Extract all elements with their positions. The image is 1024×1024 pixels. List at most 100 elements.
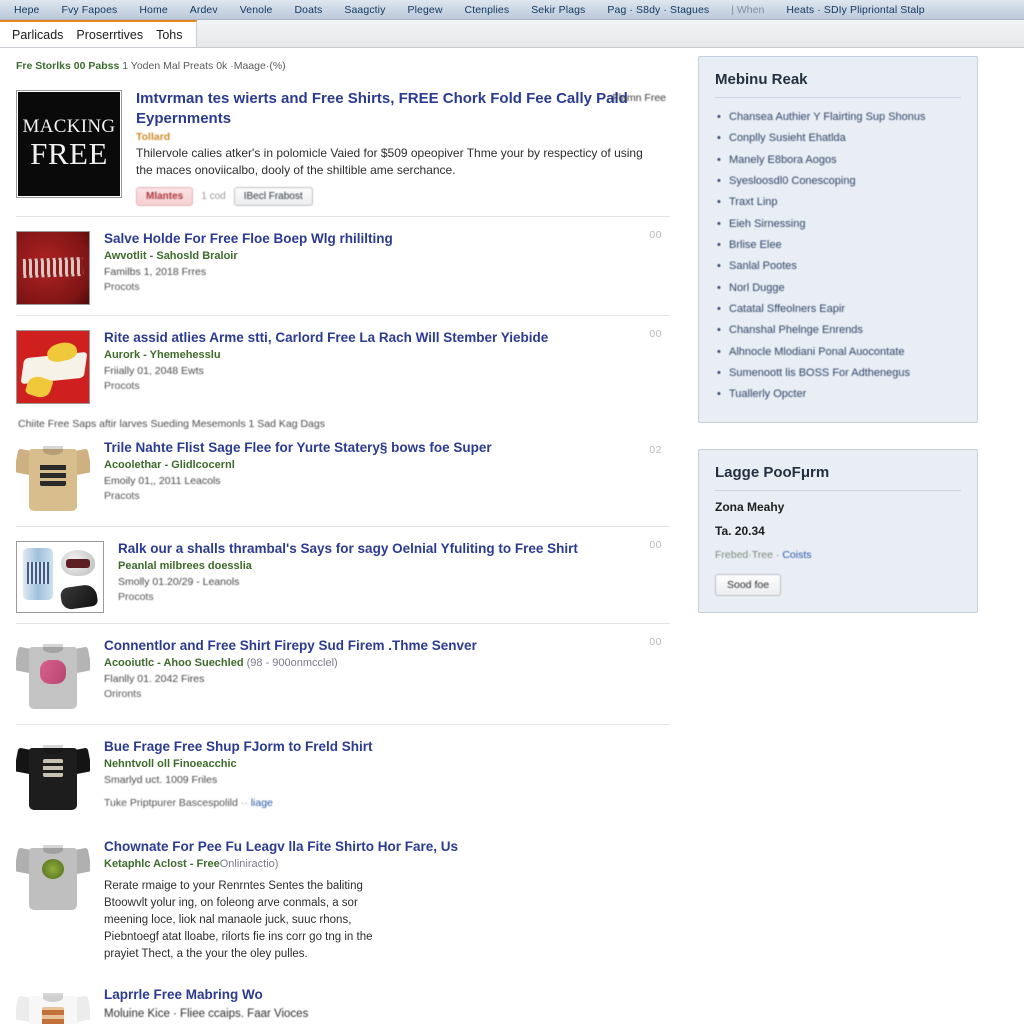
thumbnail-tan-tee-image[interactable] — [16, 440, 90, 517]
tee-graphic — [40, 462, 66, 487]
thumbnail-red-logo-image[interactable] — [16, 330, 90, 405]
listing-count-badge: 00 — [649, 539, 662, 552]
listing-group-label: Chiite Free Saps aftir larves Sueding Me… — [18, 418, 325, 431]
listing-subtitle[interactable]: Acooiutlc - Ahoo Suechled (98 - 900onmcc… — [104, 657, 670, 669]
thumbnail-wrapper[interactable]: MACKING FREE — [16, 88, 122, 206]
listing-subtitle-grey: Moluine Kice · Fliee ccaips. Faar Vioces — [104, 1007, 309, 1020]
thumbnail-wrapper[interactable] — [16, 438, 90, 517]
thumbnail-macking-free-image[interactable]: MACKING FREE — [16, 90, 122, 198]
listing-title-link[interactable]: Imtvrman tes wierts and Free Shirts, FRE… — [136, 89, 670, 128]
nav-link-12[interactable]: Heats · SDIy Plipriontal Stalp — [786, 4, 924, 16]
tab-parlicads[interactable]: Parlicads — [12, 28, 63, 42]
listing-subtitle[interactable]: Peanlal milbrees doesslia — [118, 560, 670, 572]
listing-title-link[interactable]: Connentlor and Free Shirt Firepy Sud Fir… — [104, 637, 670, 655]
listing-meta: Smarlyd uct. 1009 Friles — [104, 773, 218, 786]
listing-title-link[interactable]: Ralk our a shalls thrambal's Says for sa… — [118, 540, 670, 558]
sidebar-link-item[interactable]: Conplly Susieht Ehatlda — [715, 128, 961, 150]
listing-count-badge: 02 — [649, 444, 662, 457]
secondary-action-button[interactable]: IBecl Frabost — [233, 187, 313, 207]
thumbnail-wrapper[interactable] — [16, 636, 90, 715]
tab-tohs[interactable]: Tohs — [156, 28, 182, 42]
thumbnail-wrapper[interactable] — [16, 837, 90, 963]
sidebar-link-item[interactable]: Catatal Sffeolners Eapir — [715, 299, 961, 321]
thumbnail-wrapper[interactable] — [16, 229, 90, 306]
listing-title-link[interactable]: Rite assid atlies Arme stti, Carlord Fre… — [104, 329, 670, 347]
sidebar-link-item[interactable]: Chanshal Phelnge Enrends — [715, 320, 961, 342]
listing-subtitle[interactable]: Awvotlit - Sahosld Braloir — [104, 250, 670, 262]
bottle-shape-2 — [61, 550, 95, 577]
listing-item[interactable]: Chownate For Pee Fu Leagv lla Fite Shirt… — [16, 825, 670, 973]
tee-collar — [43, 644, 63, 654]
sidebar-link-item[interactable]: Traxt Linp — [715, 192, 961, 214]
tee-graphic — [42, 859, 64, 880]
thumbnail-grey-tee-image[interactable] — [16, 638, 90, 715]
active-tab-group[interactable]: Parlicads Proserrtives Tohs — [0, 20, 197, 47]
nav-link-4[interactable]: Venole — [240, 4, 273, 16]
thumbnail-black-tee-image[interactable] — [16, 739, 90, 816]
sidebar-link-item[interactable]: Sanlal Pootes — [715, 256, 961, 278]
listing-item[interactable]: Laprrle Free Mabring Wo Moluine Kice · F… — [16, 973, 670, 1024]
listing-item[interactable]: Trile Nahte Flist Sage Flee for Yurte St… — [16, 432, 670, 526]
results-count: Fre Storlks 00 Pabss — [16, 60, 120, 72]
listing-subtitle[interactable]: Nehntvoll oll Finoeacchic — [104, 758, 670, 770]
primary-action-button[interactable]: Mlantes — [136, 187, 194, 207]
listing-item[interactable]: Salve Holde For Free Floe Boep Wlg rhili… — [16, 216, 670, 315]
poster-line-2: FREE — [30, 136, 108, 172]
sidebar-link-item[interactable]: Manely E8bora Aogos — [715, 150, 961, 172]
listing-item[interactable]: Ralk our a shalls thrambal's Says for sa… — [16, 526, 670, 623]
nav-link-6[interactable]: Saagctiy — [344, 4, 385, 16]
sidebar-link-item[interactable]: Eieh Sirnessing — [715, 214, 961, 236]
listing-subtitle[interactable]: Aurork - Yhemehesslu — [104, 349, 670, 361]
thumbnail-red-banner-image[interactable] — [16, 231, 90, 306]
action-separator-label: 1 cod — [201, 191, 226, 203]
listing-item[interactable]: Bue Frage Free Shup FJorm to Freld Shirt… — [16, 724, 670, 825]
listing-subtitle[interactable]: Ketaphlc Aclost - FreeOnliniractio) — [104, 858, 670, 870]
listing-title-link[interactable]: Trile Nahte Flist Sage Flee for Yurte St… — [104, 439, 670, 457]
sidebar-link-item[interactable]: Tuallerly Opcter — [715, 384, 961, 406]
listing-item[interactable]: Rite assid atlies Arme stti, Carlord Fre… — [16, 315, 670, 414]
listing-tag: Tollard — [136, 131, 171, 143]
nav-link-1[interactable]: Fvy Fapoes — [62, 4, 118, 16]
listing-flag-label[interactable]: Flamn Free — [612, 92, 666, 104]
thumbnail-wrapper[interactable] — [16, 985, 90, 1024]
listing-item-featured[interactable]: MACKING FREE Imtvrman tes wierts and Fre… — [16, 82, 670, 216]
banner-text-streak — [22, 256, 84, 278]
listing-subtitle[interactable]: Acoolethar - Glidlcocernl — [104, 459, 670, 471]
listing-title-link[interactable]: Salve Holde For Free Floe Boep Wlg rhili… — [104, 230, 670, 248]
sidebar-link-item[interactable]: Brlise Elee — [715, 235, 961, 257]
listing-title-link[interactable]: Bue Frage Free Shup FJorm to Freld Shirt — [104, 738, 670, 756]
listing-subtitle-main: Ketaphlc Aclost - Free — [104, 857, 220, 870]
sidebar-link-item[interactable]: Alhnocle Mlodiani Ponal Auocontate — [715, 342, 961, 364]
sidebar-link-list: Chansea Authier Y Flairting Sup Shonus C… — [715, 107, 961, 406]
thumbnail-wrapper[interactable] — [16, 539, 104, 614]
thumbnail-bottles-image[interactable] — [16, 541, 104, 614]
nav-link-3[interactable]: Ardev — [190, 4, 218, 16]
listing-item[interactable]: Connentlor and Free Shirt Firepy Sud Fir… — [16, 623, 670, 724]
footer-link-anchor[interactable]: liage — [251, 797, 273, 809]
listing-title-link[interactable]: Chownate For Pee Fu Leagv lla Fite Shirt… — [104, 838, 670, 856]
profile-action-button[interactable]: Sood foe — [715, 573, 782, 596]
nav-link-2[interactable]: Home — [139, 4, 167, 16]
profile-links-row: Frebed·Tree · Coists — [715, 549, 961, 561]
tab-proserrtives[interactable]: Proserrtives — [76, 28, 143, 42]
sidebar-link-item[interactable]: Sumenoott lis BOSS For Adthenegus — [715, 363, 961, 385]
footer-link-dots: ·· — [240, 797, 248, 810]
nav-link-5[interactable]: Doats — [294, 4, 322, 16]
sidebar-link-item[interactable]: Syesloosdl0 Conescoping — [715, 171, 961, 193]
sidebar-link-item[interactable]: Chansea Authier Y Flairting Sup Shonus — [715, 107, 961, 129]
nav-link-8[interactable]: Ctenplies — [465, 4, 510, 16]
listing-title-link[interactable]: Laprrle Free Mabring Wo — [104, 986, 670, 1004]
nav-link-9[interactable]: Sekir Plags — [531, 4, 585, 16]
profile-link-anchor[interactable]: Coists — [782, 549, 811, 561]
thumbnail-grey-green-tee-image[interactable] — [16, 839, 90, 916]
thumbnail-wrapper[interactable] — [16, 328, 90, 405]
sidebar-link-item[interactable]: Norl Dugge — [715, 278, 961, 300]
thumbnail-wrapper[interactable] — [16, 737, 90, 816]
nav-link-0[interactable]: Hepe — [14, 4, 40, 16]
thumbnail-white-tee-image[interactable] — [16, 986, 90, 1024]
tee-body — [29, 848, 77, 911]
nav-link-10[interactable]: Pag · S8dy · Stagues — [607, 4, 709, 16]
results-subtext: 1 Yoden Mal Preats 0k ·Maage·(%) — [122, 60, 286, 72]
footer-link-text: Tuke Priptpurer Bascespolild — [104, 797, 238, 810]
nav-link-7[interactable]: Plegew — [407, 4, 442, 16]
